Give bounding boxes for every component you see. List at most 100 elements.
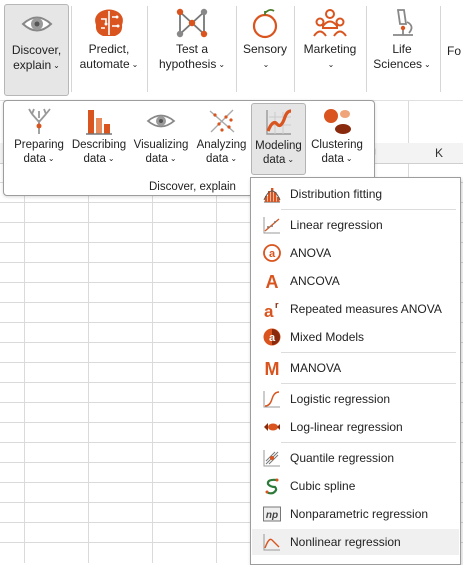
log-linear-icon	[263, 418, 281, 436]
discover-explain-button[interactable]: Discover, explain ⌄	[4, 4, 69, 96]
menu-item-mixed-models[interactable]: a Mixed Models	[252, 324, 459, 350]
life-sciences-button[interactable]: Life Sciences ⌄	[370, 4, 434, 96]
chevron-down-icon: ⌄	[327, 60, 335, 69]
clustering-data-button[interactable]: Clustering data ⌄	[307, 103, 367, 175]
menu-item-cubic-spline[interactable]: Cubic spline	[252, 473, 459, 499]
predict-automate-label-2: automate	[79, 57, 130, 71]
analyzing-data-button[interactable]: Analyzing data ⌄	[193, 103, 250, 175]
menu-item-label: Quantile regression	[290, 451, 395, 465]
truncated-ribbon-button[interactable]: Fo	[447, 4, 463, 96]
main-ribbon: Discover, explain ⌄ Predict, automate ⌄ Te…	[0, 0, 463, 101]
logistic-icon	[263, 390, 281, 408]
test-hypothesis-label-1: Test a	[175, 42, 208, 56]
menu-item-label: Mixed Models	[290, 330, 365, 344]
ancova-icon: A	[263, 272, 281, 290]
eye-icon	[21, 16, 52, 32]
analyzing-data-label-1: Analyzing	[196, 139, 247, 151]
menu-item-nonlinear-regression[interactable]: Nonlinear regression	[252, 529, 459, 555]
preparing-data-label-2: data	[23, 153, 46, 165]
anova-icon-letter: a	[269, 248, 276, 260]
sensory-label: Sensory	[242, 42, 288, 56]
menu-item-label: MANOVA	[290, 361, 342, 375]
test-hypothesis-label-2: hypothesis	[158, 57, 217, 71]
chevron-down-icon: ⌄	[131, 60, 139, 69]
life-sciences-label-1: Life	[392, 42, 412, 56]
menu-item-anova[interactable]: a ANOVA	[252, 240, 459, 266]
clustering-data-label-2: data	[321, 153, 344, 165]
funnel-tree-icon	[28, 108, 51, 134]
mixed-models-icon: a	[263, 328, 281, 346]
column-header-k[interactable]: K	[435, 146, 443, 160]
menu-item-manova[interactable]: M MANOVA	[252, 355, 459, 381]
repeated-anova-icon-superscript: r	[275, 300, 279, 310]
life-sciences-label-2: Sciences	[373, 57, 422, 71]
menu-item-ancova[interactable]: A ANCOVA	[252, 268, 459, 294]
chevron-down-icon: ⌄	[107, 154, 115, 163]
anova-icon: a	[263, 244, 281, 262]
scatter-lines-icon	[209, 109, 234, 133]
discover-explain-label-2: explain	[13, 58, 52, 72]
describing-data-label-2: data	[83, 153, 106, 165]
modeling-data-menu: Distribution fitting Linear regression a…	[250, 177, 461, 565]
discover-explain-label-1: Discover,	[11, 43, 62, 57]
network-icon	[176, 8, 208, 38]
modeling-data-button[interactable]: Modeling data ⌄	[251, 103, 306, 175]
clustering-data-label-1: Clustering	[311, 139, 363, 151]
cubic-spline-icon	[263, 477, 281, 495]
repeated-anova-icon: a r	[263, 300, 281, 318]
manova-icon: M	[263, 359, 281, 377]
preparing-data-button[interactable]: Preparing data ⌄	[10, 103, 68, 175]
menu-item-nonparametric-regression[interactable]: np Nonparametric regression	[252, 501, 459, 527]
menu-item-label: Nonlinear regression	[290, 535, 401, 549]
marketing-button[interactable]: Marketing ⌄	[298, 4, 362, 96]
chevron-down-icon: ⌄	[218, 60, 226, 69]
chevron-down-icon: ⌄	[287, 155, 295, 164]
eye-icon	[146, 114, 176, 128]
menu-item-distribution-fitting[interactable]: Distribution fitting	[252, 181, 459, 207]
clusters-icon	[324, 109, 351, 134]
menu-item-label: Distribution fitting	[290, 187, 383, 201]
mixed-models-icon-letter: a	[269, 332, 276, 344]
orange-fruit-icon	[252, 8, 278, 39]
menu-item-log-linear-regression[interactable]: Log-linear regression	[252, 414, 459, 440]
test-hypothesis-button[interactable]: Test a hypothesis ⌄	[152, 4, 232, 96]
modeling-data-label-1: Modeling	[255, 140, 302, 152]
chevron-down-icon: ⌄	[262, 60, 270, 69]
menu-item-label: Logistic regression	[290, 392, 391, 406]
menu-item-label: Log-linear regression	[290, 420, 403, 434]
visualizing-data-label-1: Visualizing	[133, 139, 189, 151]
predict-automate-button[interactable]: Predict, automate ⌄	[75, 4, 143, 96]
menu-item-label: Linear regression	[290, 218, 383, 232]
menu-item-label: Cubic spline	[290, 479, 356, 493]
microscope-icon	[393, 9, 413, 36]
menu-item-label: Repeated measures ANOVA	[290, 302, 442, 316]
curve-icon	[265, 109, 291, 135]
menu-item-label: ANOVA	[290, 246, 332, 260]
repeated-anova-icon-letter: a	[264, 302, 274, 318]
marketing-label: Marketing	[303, 42, 357, 56]
chevron-down-icon: ⌄	[230, 154, 238, 163]
chevron-down-icon: ⌄	[424, 60, 431, 69]
menu-item-label: ANCOVA	[290, 274, 340, 288]
chevron-down-icon: ⌄	[47, 154, 55, 163]
analyzing-data-label-2: data	[205, 153, 229, 165]
brain-icon	[95, 9, 123, 36]
manova-icon-letter: M	[265, 359, 280, 377]
nonlinear-icon	[263, 533, 281, 551]
nonparametric-icon-letters: np	[266, 510, 278, 521]
menu-item-repeated-measures-anova[interactable]: a r Repeated measures ANOVA	[252, 296, 459, 322]
group-label: Discover, explain	[149, 181, 236, 193]
linear-regression-icon	[263, 216, 281, 234]
predict-automate-label-1: Predict,	[88, 42, 130, 56]
describing-data-button[interactable]: Describing data ⌄	[69, 103, 129, 175]
nonparametric-icon: np	[263, 505, 281, 523]
menu-item-label: Nonparametric regression	[290, 507, 429, 521]
menu-item-logistic-regression[interactable]: Logistic regression	[252, 386, 459, 412]
chevron-down-icon: ⌄	[169, 154, 177, 163]
describing-data-label-1: Describing	[71, 139, 127, 151]
visualizing-data-button[interactable]: Visualizing data ⌄	[130, 103, 192, 175]
menu-item-quantile-regression[interactable]: Quantile regression	[252, 445, 459, 471]
bar-chart-icon	[86, 110, 112, 135]
menu-item-linear-regression[interactable]: Linear regression	[252, 212, 459, 238]
sensory-button[interactable]: Sensory ⌄	[240, 4, 290, 96]
